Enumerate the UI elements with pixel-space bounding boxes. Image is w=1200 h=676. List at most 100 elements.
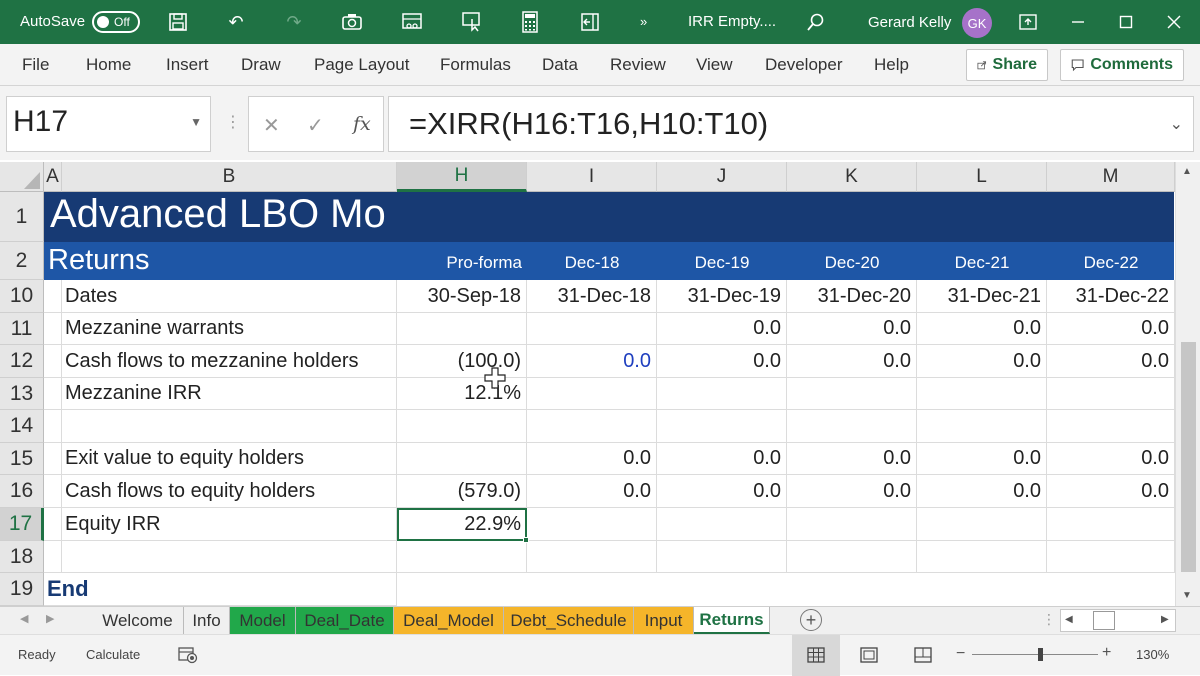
menu-file[interactable]: File <box>22 55 49 75</box>
table-cell[interactable] <box>397 313 527 345</box>
cell-a[interactable] <box>44 475 62 508</box>
table-cell[interactable] <box>397 410 527 443</box>
exit-icon[interactable] <box>578 10 602 34</box>
drag-handle-icon[interactable]: ⋮ <box>225 112 241 132</box>
horizontal-scrollbar[interactable]: ◀ ▶ <box>1060 609 1176 632</box>
table-cell[interactable]: 0.0 <box>1047 313 1175 345</box>
row-header-2[interactable]: 2 <box>0 242 44 280</box>
row-label[interactable]: Equity IRR <box>62 508 397 541</box>
autosave-toggle[interactable]: Off <box>92 11 140 33</box>
page-layout-view-icon[interactable] <box>860 647 878 663</box>
menu-page-layout[interactable]: Page Layout <box>314 55 409 75</box>
column-header-a[interactable]: A <box>44 162 62 192</box>
table-cell[interactable]: 0.0 <box>787 313 917 345</box>
redo-icon[interactable]: ↷ <box>282 10 306 34</box>
menu-draw[interactable]: Draw <box>241 55 281 75</box>
column-header-j[interactable]: J <box>657 162 787 192</box>
row-header-13[interactable]: 13 <box>0 378 44 410</box>
table-cell[interactable] <box>1047 378 1175 410</box>
row-header-19[interactable]: 19 <box>0 573 44 606</box>
table-cell[interactable] <box>527 541 657 573</box>
row-header-14[interactable]: 14 <box>0 410 44 443</box>
table-cell[interactable] <box>657 541 787 573</box>
table-cell[interactable] <box>657 378 787 410</box>
row-label[interactable]: Mezzanine warrants <box>62 313 397 345</box>
zoom-level[interactable]: 130% <box>1136 647 1169 662</box>
form-icon[interactable] <box>400 10 424 34</box>
sheet-tab[interactable]: Input <box>634 607 694 634</box>
minimize-icon[interactable] <box>1066 10 1090 34</box>
table-cell[interactable]: 0.0 <box>787 443 917 475</box>
row-header-1[interactable]: 1 <box>0 192 44 242</box>
end-label[interactable]: End <box>44 573 397 606</box>
table-cell[interactable]: 0.0 <box>1047 443 1175 475</box>
table-cell[interactable] <box>527 378 657 410</box>
table-cell[interactable] <box>917 410 1047 443</box>
table-cell[interactable] <box>917 541 1047 573</box>
menu-view[interactable]: View <box>696 55 733 75</box>
table-cell[interactable]: 0.0 <box>657 443 787 475</box>
row-label[interactable]: Cash flows to equity holders <box>62 475 397 508</box>
row-header-15[interactable]: 15 <box>0 443 44 475</box>
table-cell[interactable]: 0.0 <box>787 345 917 378</box>
menu-review[interactable]: Review <box>610 55 666 75</box>
menu-help[interactable]: Help <box>874 55 909 75</box>
cell-a[interactable] <box>44 443 62 475</box>
sheet-tab[interactable]: Debt_Schedule <box>504 607 634 634</box>
page-break-view-icon[interactable] <box>914 647 932 663</box>
table-cell[interactable]: 0.0 <box>917 475 1047 508</box>
cell-a[interactable] <box>44 345 62 378</box>
zoom-out-icon[interactable]: − <box>956 645 965 663</box>
ribbon-display-icon[interactable] <box>1016 10 1040 34</box>
table-cell[interactable]: 0.0 <box>657 475 787 508</box>
column-header-b[interactable]: B <box>62 162 397 192</box>
cancel-icon[interactable]: ✕ <box>263 113 280 138</box>
tab-split-handle-icon[interactable]: ⋮ <box>1042 611 1056 628</box>
sheet-tab[interactable]: Returns <box>694 607 770 634</box>
table-cell[interactable] <box>527 313 657 345</box>
sheet-subtitle[interactable]: Returns <box>48 244 150 277</box>
formula-input[interactable]: =XIRR(H16:T16,H10:T10) ⌄ <box>388 96 1194 152</box>
hscroll-right-icon[interactable]: ▶ <box>1161 614 1169 625</box>
enter-icon[interactable]: ✓ <box>307 113 324 138</box>
table-cell[interactable] <box>1047 410 1175 443</box>
row-label[interactable]: Dates <box>62 280 397 313</box>
row-header-18[interactable]: 18 <box>0 541 44 573</box>
table-cell[interactable]: 31-Dec-18 <box>527 280 657 313</box>
table-cell[interactable] <box>917 378 1047 410</box>
table-cell[interactable] <box>397 443 527 475</box>
table-cell[interactable]: 0.0 <box>917 443 1047 475</box>
row-header-12[interactable]: 12 <box>0 345 44 378</box>
table-cell[interactable]: (100.0) <box>397 345 527 378</box>
insert-function-icon[interactable]: fx <box>353 113 371 135</box>
hscroll-thumb[interactable] <box>1093 611 1115 630</box>
period-header-dec19[interactable]: Dec-19 <box>657 253 787 273</box>
fill-handle[interactable] <box>523 537 529 543</box>
avatar[interactable]: GK <box>962 8 992 38</box>
column-header-h[interactable]: H <box>397 162 527 192</box>
sheet-tab[interactable]: Deal_Model <box>394 607 504 634</box>
column-header-m[interactable]: M <box>1047 162 1175 192</box>
tab-scroll-right-icon[interactable]: ▶ <box>46 612 54 625</box>
sheet-tab[interactable]: Model <box>230 607 296 634</box>
menu-developer[interactable]: Developer <box>765 55 843 75</box>
sheet-tab[interactable]: Deal_Date <box>296 607 394 634</box>
table-cell[interactable]: 0.0 <box>657 345 787 378</box>
row-header-17[interactable]: 17 <box>0 508 44 541</box>
name-box[interactable]: H17 ▼ <box>6 96 211 152</box>
sheet-tab[interactable]: Welcome <box>92 607 184 634</box>
save-icon[interactable] <box>166 10 190 34</box>
column-header-i[interactable]: I <box>527 162 657 192</box>
table-cell[interactable]: 31-Dec-21 <box>917 280 1047 313</box>
table-cell[interactable]: (579.0) <box>397 475 527 508</box>
table-cell[interactable] <box>397 541 527 573</box>
table-cell[interactable]: 0.0 <box>527 345 657 378</box>
table-cell[interactable] <box>527 508 657 541</box>
row-header-10[interactable]: 10 <box>0 280 44 313</box>
cell-a[interactable] <box>44 410 62 443</box>
cell-a[interactable] <box>44 541 62 573</box>
period-header-dec21[interactable]: Dec-21 <box>917 253 1047 273</box>
menu-insert[interactable]: Insert <box>166 55 209 75</box>
period-header-proforma[interactable]: Pro-forma <box>397 253 527 273</box>
new-sheet-icon[interactable]: + <box>800 609 822 631</box>
